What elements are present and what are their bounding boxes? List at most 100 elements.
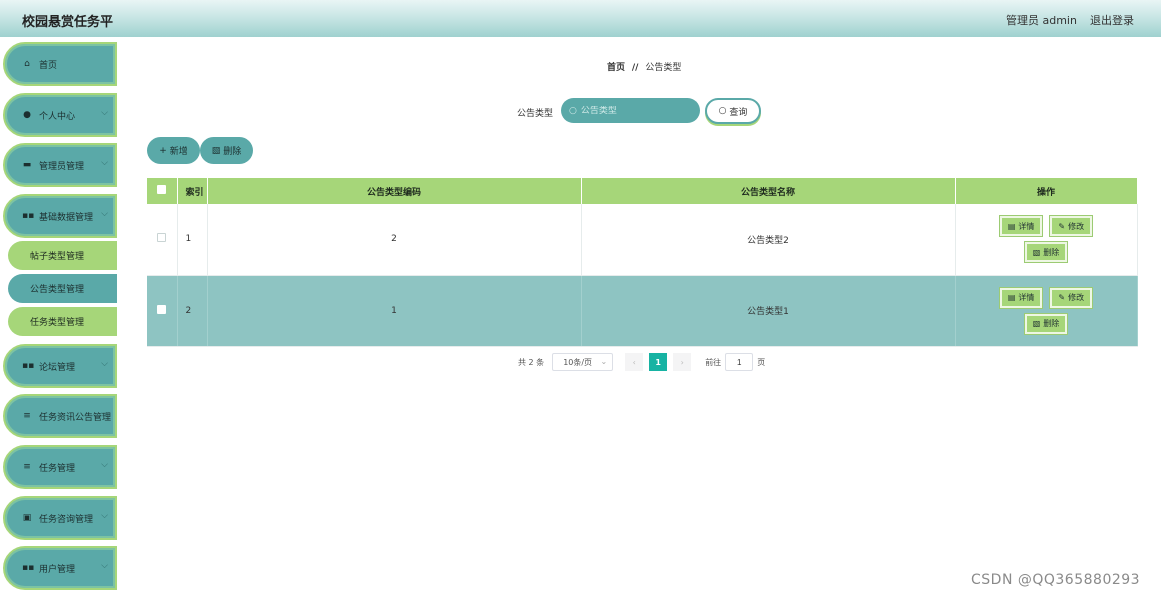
sidebar-item-label: 用户管理 (39, 564, 76, 575)
edit-button[interactable]: ✎ 修改 (1050, 287, 1093, 308)
detail-button[interactable]: ▤ 详情 (999, 287, 1043, 308)
next-page-button[interactable]: › (673, 353, 692, 371)
trash-icon: ▧ (1032, 247, 1041, 257)
column-header-actions: 操作 (955, 178, 1138, 204)
detail-button[interactable]: ▤ 详情 (999, 216, 1043, 237)
sidebar-item-label: 任务咨询管理 (39, 514, 94, 525)
cell-actions: ▤ 详情 ✎ 修改 ▧ 删除 (955, 275, 1138, 347)
document-icon: ▤ (1007, 293, 1016, 302)
sidebar-item-admin-management[interactable]: ▬ 管理员管理 ⌵ (3, 143, 117, 187)
column-header-index: 索引 (177, 178, 208, 204)
row-checkbox[interactable] (157, 233, 167, 243)
query-button[interactable]: ○ 查询 (705, 98, 761, 124)
chevron-down-icon: ⌵ (101, 158, 108, 168)
select-all-checkbox[interactable] (157, 185, 167, 194)
column-header-name: 公告类型名称 (581, 178, 956, 204)
logout-link[interactable]: 退出登录 (1090, 12, 1134, 28)
sidebar-item-label: 基础数据管理 (39, 212, 94, 223)
page-number-current[interactable]: 1 (649, 353, 668, 371)
sidebar-item-label: 首页 (39, 60, 58, 71)
sidebar-item-basic-data[interactable]: ▪▪ 基础数据管理 ⌵ (3, 194, 117, 238)
delete-button-label: 删除 (223, 147, 242, 157)
grid-icon: ▪▪ (22, 361, 35, 371)
add-button[interactable]: + 新增 (147, 137, 200, 164)
sidebar-item-task-consult[interactable]: ▣ 任务咨询管理 ⌵ (3, 496, 117, 540)
sidebar-item-task-news[interactable]: ≡ 任务资讯公告管理 ⌵ (3, 394, 117, 438)
prev-page-button[interactable]: ‹ (625, 353, 644, 371)
search-icon: ○ (718, 106, 727, 116)
page-suffix-label: 页 (757, 357, 766, 367)
cell-code: 2 (207, 204, 582, 276)
row-delete-button-label: 删除 (1043, 319, 1060, 328)
search-label: 公告类型 (517, 109, 554, 119)
row-delete-button[interactable]: ▧ 删除 (1024, 242, 1068, 263)
chat-icon: ▬ (22, 160, 32, 170)
sidebar-item-forum[interactable]: ▪▪ 论坛管理 ⌵ (3, 344, 117, 388)
sidebar-item-user-management[interactable]: ▪▪ 用户管理 ⌵ (3, 546, 117, 590)
chevron-down-icon: ⌵ (101, 108, 108, 118)
chevron-down-icon: ⌵ (101, 460, 108, 470)
sidebar-subitem-task-type[interactable]: 任务类型管理 (8, 307, 117, 336)
row-checkbox[interactable] (157, 304, 167, 314)
select-all-cell (147, 178, 178, 204)
sidebar-item-label: 管理员管理 (39, 161, 85, 172)
plus-icon: + (159, 145, 167, 156)
search-icon: ○ (569, 105, 577, 116)
document-icon: ▤ (1007, 221, 1016, 231)
home-icon: ⌂ (24, 59, 30, 69)
current-user-label: 管理员 admin (1006, 14, 1077, 27)
user-icon: ● (23, 110, 31, 120)
sidebar-item-personal-center[interactable]: ● 个人中心 ⌵ (3, 93, 117, 137)
goto-page-input[interactable] (725, 353, 754, 371)
clipboard-icon: ▣ (22, 513, 32, 523)
query-button-label: 查询 (729, 107, 748, 118)
watermark: CSDN @QQ365880293 (971, 572, 1141, 588)
top-bar: 校园悬赏任务平 管理员 admin 退出登录 (0, 0, 1161, 37)
search-field[interactable]: ○ (561, 98, 700, 123)
pencil-icon: ✎ (1058, 221, 1066, 231)
sidebar-item-label: 论坛管理 (39, 362, 76, 373)
cell-actions: ▤ 详情 ✎ 修改 ▧ 删除 (955, 204, 1138, 276)
table-row: 2 1 公告类型1 ▤ 详情 ✎ 修改 ▧ 删除 (147, 275, 1138, 347)
edit-button-label: 修改 (1068, 293, 1085, 302)
sidebar-item-home[interactable]: ⌂ 首页 (3, 42, 117, 86)
breadcrumb-current: 公告类型 (645, 63, 682, 73)
table-header-row: 索引 公告类型编码 公告类型名称 操作 (147, 178, 1138, 204)
page-size-value: 10条/页 (563, 357, 593, 367)
trash-icon: ▧ (1032, 319, 1041, 328)
page-size-select[interactable]: 10条/页 ⌄ (552, 353, 614, 371)
data-table: 索引 公告类型编码 公告类型名称 操作 1 2 公告类型2 ▤ 详情 ✎ 修改 ▧ 删… (147, 178, 1138, 347)
trash-icon: ▧ (211, 145, 221, 156)
cell-name: 公告类型1 (581, 275, 956, 347)
add-button-label: 新增 (169, 147, 188, 157)
goto-label: 前往 (705, 357, 722, 367)
chevron-down-icon: ⌵ (101, 209, 108, 219)
sidebar: ⌂ 首页 ● 个人中心 ⌵ ▬ 管理员管理 ⌵ ▪▪ 基础数据管理 ⌵ 帖子类型… (0, 37, 122, 599)
detail-button-label: 详情 (1018, 293, 1035, 302)
sidebar-item-label: 个人中心 (39, 111, 76, 122)
row-select-cell (147, 204, 178, 276)
sidebar-subitem-post-type[interactable]: 帖子类型管理 (8, 241, 117, 270)
chevron-down-icon: ⌵ (101, 359, 108, 369)
cell-index: 2 (177, 275, 208, 347)
edit-button-label: 修改 (1068, 221, 1085, 231)
breadcrumb-home[interactable]: 首页 (607, 63, 625, 73)
cell-name: 公告类型2 (581, 204, 956, 276)
pagination: 共 2 条 10条/页 ⌄ ‹ 1 › 前往 页 (518, 353, 765, 371)
pagination-total: 共 2 条 (518, 357, 545, 367)
sidebar-subitem-notice-type[interactable]: 公告类型管理 (8, 274, 117, 303)
row-delete-button[interactable]: ▧ 删除 (1024, 313, 1068, 334)
search-input[interactable] (580, 105, 691, 116)
sidebar-item-task-management[interactable]: ≡ 任务管理 ⌵ (3, 445, 117, 489)
list-icon: ≡ (23, 462, 31, 472)
breadcrumb: 首页 // 公告类型 (607, 60, 681, 73)
delete-button[interactable]: ▧ 删除 (200, 137, 253, 164)
cell-code: 1 (207, 275, 582, 347)
row-select-cell (147, 275, 178, 347)
detail-button-label: 详情 (1018, 221, 1035, 231)
grid-icon: ▪▪ (22, 563, 35, 573)
grid-icon: ▪▪ (22, 211, 35, 221)
column-header-code: 公告类型编码 (207, 178, 582, 204)
pencil-icon: ✎ (1058, 293, 1066, 302)
edit-button[interactable]: ✎ 修改 (1050, 216, 1093, 237)
